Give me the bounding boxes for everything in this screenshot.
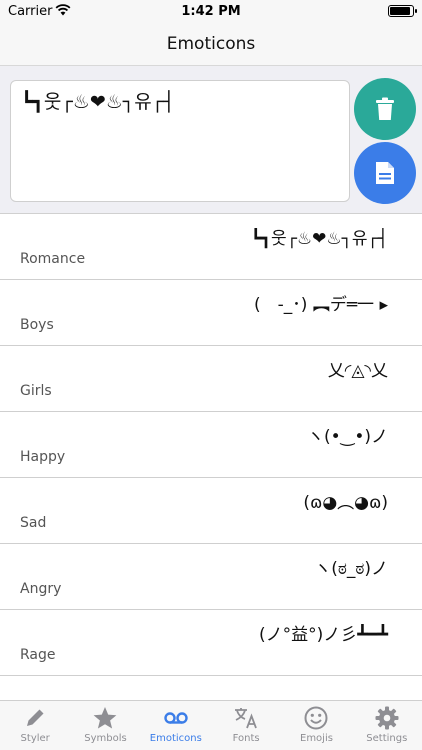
gear-icon xyxy=(375,706,399,730)
delete-button[interactable] xyxy=(354,78,416,140)
emoticon-text: ヽ(ಠ_ಠ)ノ xyxy=(314,559,388,579)
tab-symbols[interactable]: Symbols xyxy=(70,701,140,750)
tab-emojis[interactable]: Emojis xyxy=(281,701,351,750)
category-label: Rage xyxy=(20,647,56,663)
category-label: Angry xyxy=(20,581,62,597)
smiley-icon xyxy=(304,706,328,730)
tab-label: Styler xyxy=(20,733,50,744)
list-item[interactable]: ヽ(ಠ_ಠ)ノ Angry xyxy=(0,544,422,610)
category-label: Happy xyxy=(20,449,66,465)
emoticon-text: (ノ°益°)ノ彡┻━┻ xyxy=(259,625,388,645)
status-bar: Carrier 1:42 PM xyxy=(0,0,422,22)
list-item[interactable]: ( -_･) ︻デ═一 ▸ Boys xyxy=(0,280,422,346)
clock: 1:42 PM xyxy=(181,4,241,19)
category-label: Boys xyxy=(20,317,54,333)
emoticon-text: 乂◜◬◝乂 xyxy=(327,361,388,381)
tab-label: Emoticons xyxy=(149,733,202,744)
list-item[interactable]: (ノ°益°)ノ彡┻━┻ Rage xyxy=(0,610,422,676)
emoticon-text: ヽ(•‿•)ノ xyxy=(307,427,388,447)
copy-button[interactable] xyxy=(354,142,416,204)
emoticon-text: ┗┓웃┌♨❤♨┐유┌┤ xyxy=(250,229,388,249)
category-label: Sad xyxy=(20,515,47,531)
tab-bar: Styler Symbols Emoticons Fonts Emojis Se… xyxy=(0,700,422,750)
list-item[interactable]: ┗┓웃┌♨❤♨┐유┌┤ Romance xyxy=(0,214,422,280)
tab-label: Emojis xyxy=(300,733,333,744)
navigation-bar: Emoticons xyxy=(0,22,422,66)
editor-area: ┗┓웃┌♨❤♨┐유┌┤ xyxy=(0,66,422,214)
battery-icon xyxy=(388,5,417,17)
list-item[interactable]: (ɷ◕︵◕ɷ) Sad xyxy=(0,478,422,544)
tab-label: Settings xyxy=(366,733,408,744)
emoticon-text: ( -_･) ︻デ═一 ▸ xyxy=(254,295,388,315)
page-title: Emoticons xyxy=(166,34,256,54)
translate-icon xyxy=(235,708,257,729)
pencil-icon xyxy=(27,709,44,726)
list-item[interactable]: 乂◜◬◝乂 Girls xyxy=(0,346,422,412)
tab-label: Symbols xyxy=(84,733,127,744)
document-icon xyxy=(376,162,394,184)
category-label: Girls xyxy=(20,383,52,399)
emoticon-list: ┗┓웃┌♨❤♨┐유┌┤ Romance ( -_･) ︻デ═一 ▸ Boys 乂… xyxy=(0,214,422,700)
category-label: Romance xyxy=(20,251,86,267)
tab-styler[interactable]: Styler xyxy=(0,701,70,750)
tab-fonts[interactable]: Fonts xyxy=(211,701,281,750)
emoticon-text: (ɷ◕︵◕ɷ) xyxy=(303,493,388,513)
emoticon-text-box[interactable]: ┗┓웃┌♨❤♨┐유┌┤ xyxy=(10,80,350,202)
trash-icon xyxy=(376,97,394,120)
star-icon xyxy=(94,707,117,729)
tab-label: Fonts xyxy=(232,733,260,744)
tab-emoticons[interactable]: Emoticons xyxy=(141,701,211,750)
tab-settings[interactable]: Settings xyxy=(352,701,422,750)
list-item[interactable]: ヽ(•‿•)ノ Happy xyxy=(0,412,422,478)
voicemail-icon xyxy=(164,712,188,724)
